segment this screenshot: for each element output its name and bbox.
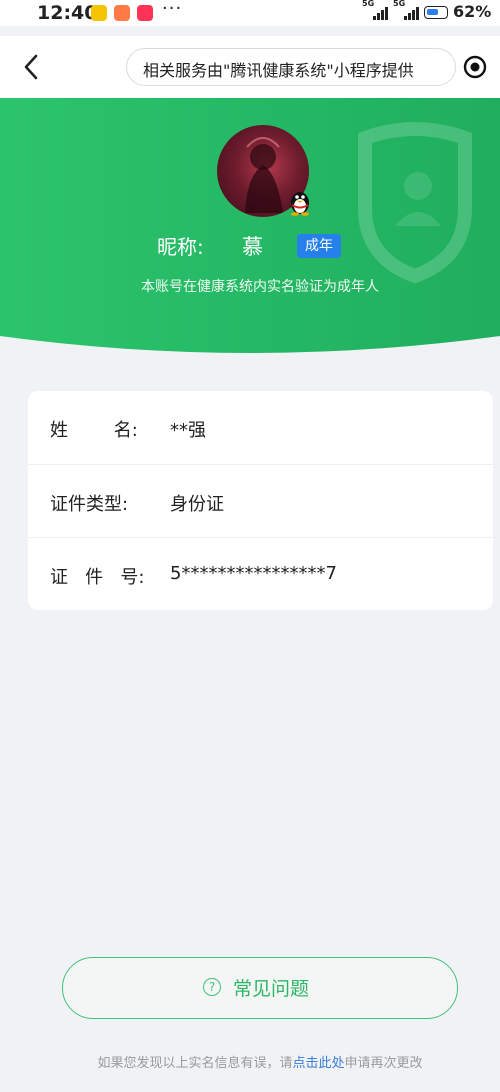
id-type-label: 证件类型:: [50, 494, 129, 515]
question-circle-icon: ?: [203, 978, 221, 996]
correction-note-suffix: 申请再次更改: [344, 1056, 423, 1071]
identity-info-card: 姓 名: **强 证件类型: 身份证 证 件 号: 5*************…: [28, 391, 493, 610]
nickname-value: 慕: [242, 235, 263, 259]
notification-app-icon: [137, 5, 153, 21]
info-row-name: 姓 名: **强: [28, 391, 493, 464]
id-number-value: 5****************7: [170, 563, 337, 584]
info-row-id-type: 证件类型: 身份证: [28, 464, 493, 538]
click-here-link[interactable]: 点击此处: [292, 1056, 344, 1071]
notification-app-icon: [91, 5, 107, 21]
back-arrow-icon[interactable]: [18, 50, 48, 84]
info-row-id-number: 证 件 号: 5****************7: [28, 537, 493, 611]
id-number-label: 证 件 号:: [50, 567, 145, 588]
service-provider-banner[interactable]: 相关服务由"腾讯健康系统"小程序提供: [126, 48, 456, 86]
status-time: 12:40: [37, 2, 98, 24]
nav-title: 相关服务由"腾讯健康系统"小程序提供: [143, 61, 414, 80]
faq-button[interactable]: ? 常见问题: [62, 957, 458, 1019]
correction-note-prefix: 如果您发现以上实名信息有误，请: [97, 1056, 293, 1071]
verification-note: 本账号在健康系统内实名验证为成年人: [141, 279, 379, 295]
signal-icon: [373, 6, 388, 20]
record-target-icon[interactable]: [463, 55, 487, 79]
nav-bar: 相关服务由"腾讯健康系统"小程序提供: [0, 36, 500, 98]
more-notifications-icon: ···: [162, 0, 183, 19]
signal-icon: [404, 6, 419, 20]
battery-icon: [424, 6, 448, 19]
id-type-value: 身份证: [170, 494, 224, 515]
notification-app-icon: [114, 5, 130, 21]
qq-penguin-icon: [291, 192, 309, 216]
battery-percent: 62%: [453, 2, 492, 21]
faq-label: 常见问题: [233, 978, 310, 1000]
name-value: **强: [170, 420, 206, 441]
nickname-label: 昵称:: [157, 235, 204, 259]
correction-note: 如果您发现以上实名信息有误，请点击此处申请再次更改: [0, 1052, 500, 1071]
name-label: 姓 名:: [50, 420, 138, 441]
status-bar: 12:40 ··· 5G 5G 62%: [0, 0, 500, 26]
adult-status-badge: 成年: [297, 234, 341, 258]
